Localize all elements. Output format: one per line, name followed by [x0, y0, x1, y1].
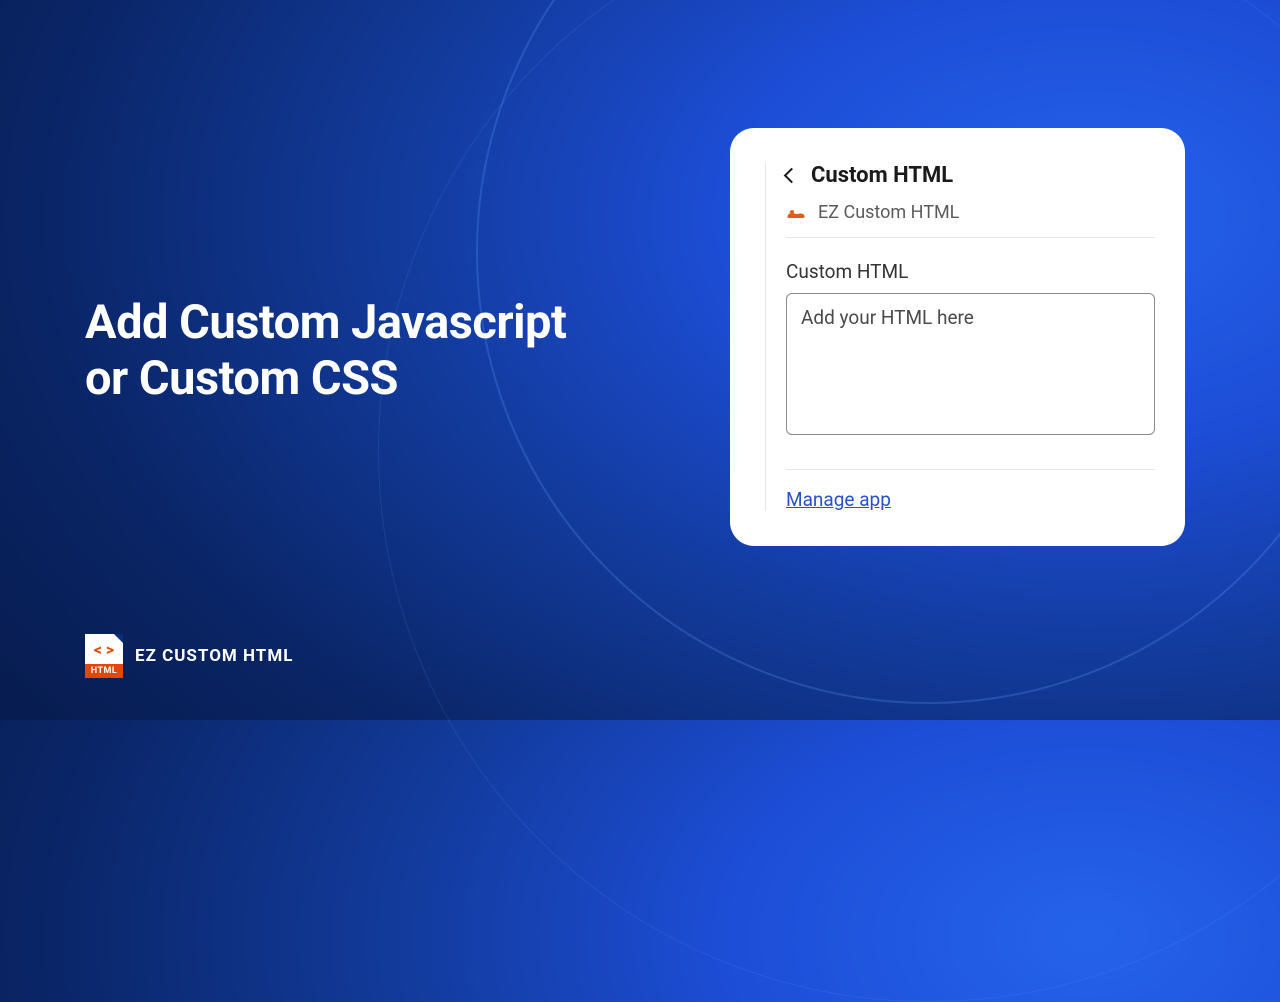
- card-header: Custom HTML: [786, 163, 1155, 188]
- settings-card-inner: Custom HTML EZ Custom HTML Custom HTML M…: [765, 163, 1155, 511]
- html-file-icon: < > HTML: [85, 634, 123, 678]
- app-name-label: EZ Custom HTML: [818, 202, 959, 223]
- headline-line-2: or Custom CSS: [85, 351, 566, 407]
- card-title: Custom HTML: [811, 163, 953, 188]
- shoe-icon: [786, 206, 806, 220]
- brand-icon-code-glyph: < >: [85, 634, 123, 664]
- manage-app-link[interactable]: Manage app: [786, 488, 891, 511]
- marketing-headline: Add Custom Javascript or Custom CSS: [85, 295, 566, 408]
- settings-card: Custom HTML EZ Custom HTML Custom HTML M…: [730, 128, 1185, 546]
- headline-line-1: Add Custom Javascript: [85, 295, 566, 351]
- html-field-label: Custom HTML: [786, 260, 1155, 283]
- brand-name: EZ CUSTOM HTML: [135, 646, 293, 666]
- brand-icon-html-label: HTML: [85, 664, 123, 678]
- back-chevron-icon[interactable]: [784, 168, 800, 184]
- divider: [786, 469, 1155, 470]
- brand-footer: < > HTML EZ CUSTOM HTML: [85, 634, 293, 678]
- app-row: EZ Custom HTML: [786, 202, 1155, 238]
- custom-html-textarea[interactable]: [786, 293, 1155, 435]
